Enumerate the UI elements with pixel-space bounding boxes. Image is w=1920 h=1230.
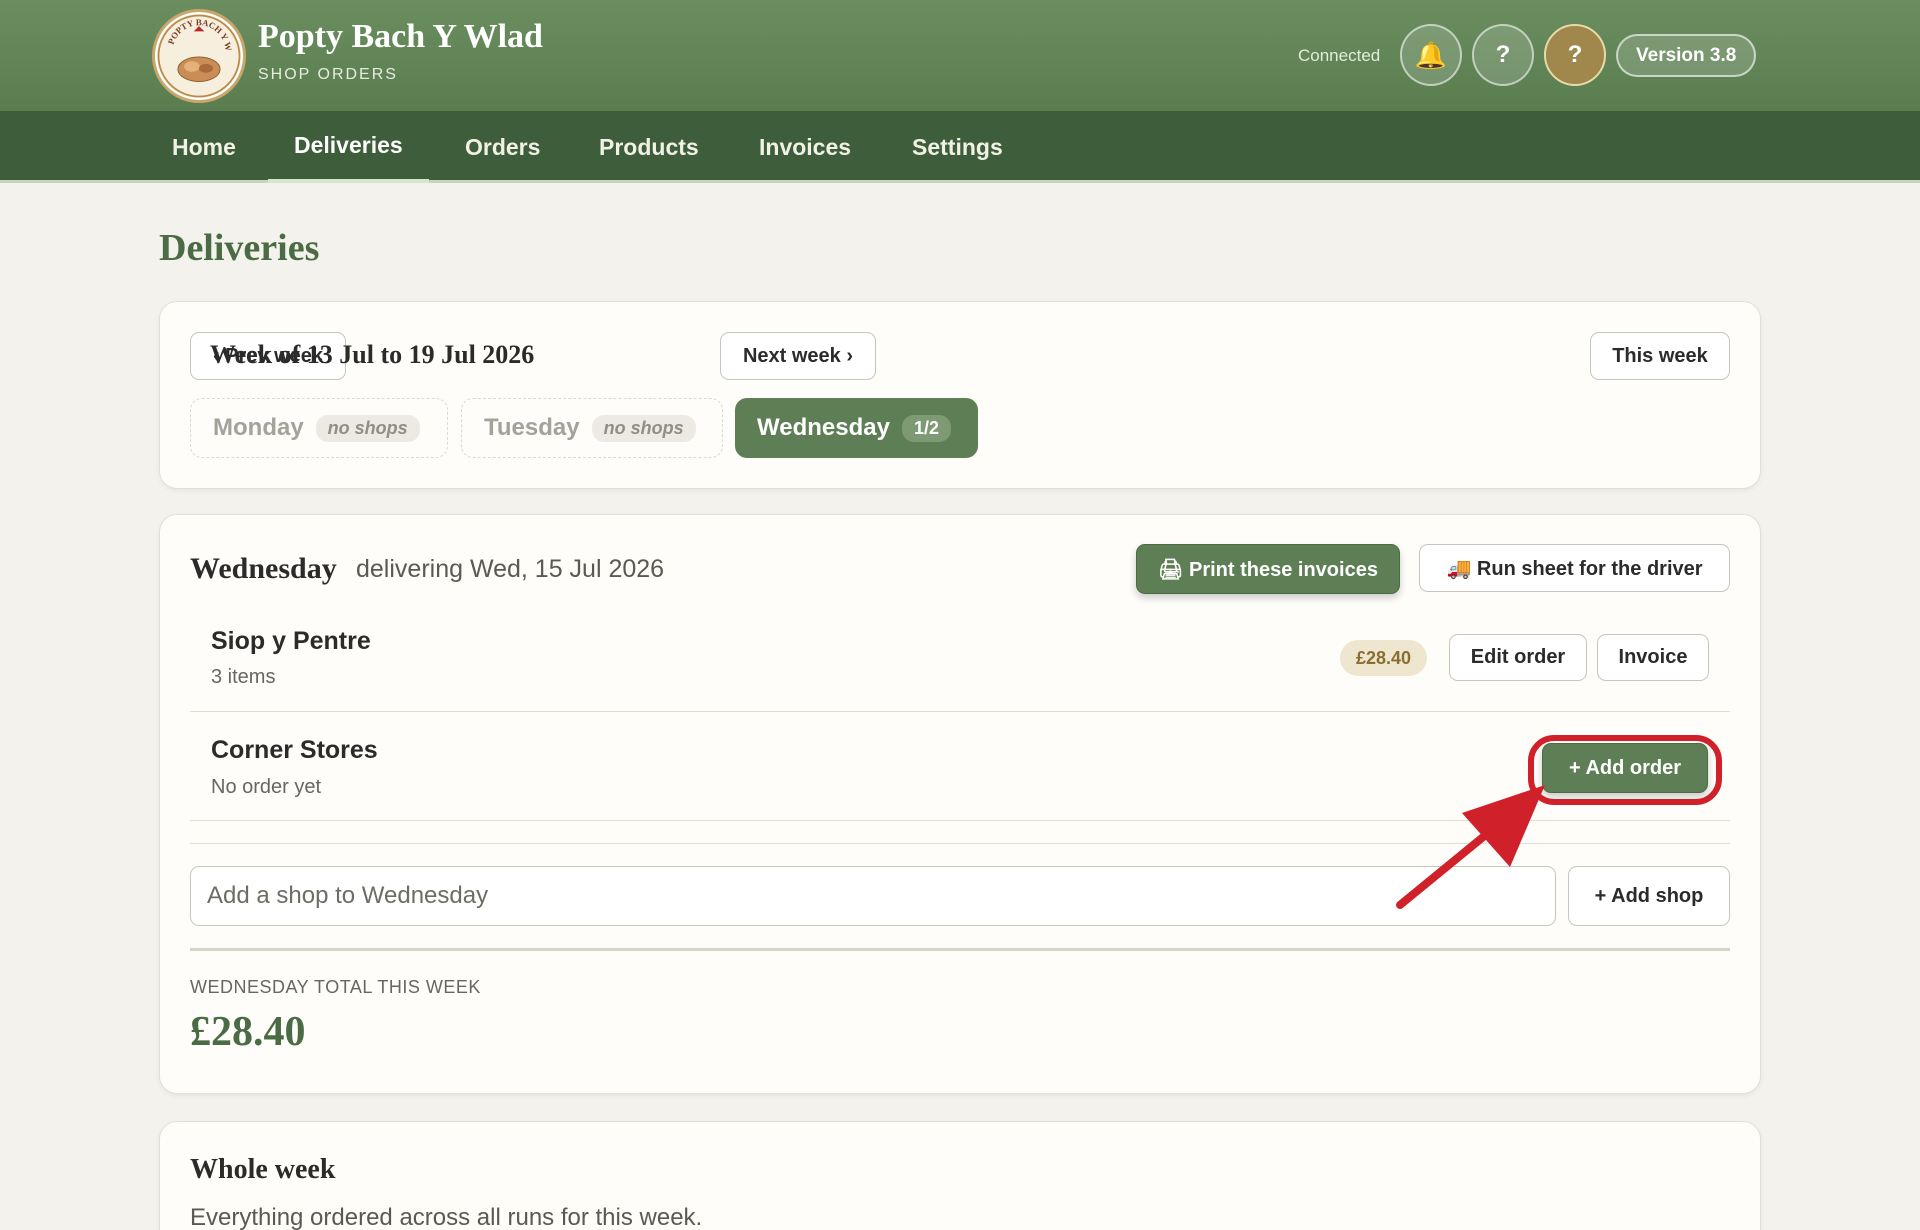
- app-header: POPTY BACH Y WLAD Popty Bach Y Wlad SHOP…: [0, 0, 1920, 111]
- shop-order-status: No order yet: [211, 776, 322, 798]
- day-total-label: WEDNESDAY TOTAL THIS WEEK: [190, 977, 481, 997]
- row-divider: [190, 711, 1730, 712]
- bell-icon: 🔔: [1414, 39, 1448, 70]
- day-tab-badge: no shops: [315, 414, 420, 442]
- edit-order-button[interactable]: Edit order: [1449, 634, 1587, 681]
- day-tab-monday[interactable]: Monday no shops: [190, 398, 448, 458]
- logo-emblem-icon: POPTY BACH Y WLAD: [155, 12, 241, 98]
- notifications-button[interactable]: 🔔: [1400, 24, 1462, 86]
- whole-week-title: Whole week: [190, 1154, 336, 1185]
- help-button[interactable]: ?: [1472, 24, 1534, 86]
- day-tab-label: Monday: [213, 414, 304, 441]
- week-selector-card: [159, 301, 1761, 489]
- whole-week-description: Everything ordered across all runs for t…: [190, 1204, 703, 1230]
- day-tab-label: Wednesday: [757, 414, 890, 441]
- nav-deliveries[interactable]: Deliveries: [268, 111, 429, 183]
- day-tab-wednesday[interactable]: Wednesday 1/2: [735, 398, 978, 458]
- this-week-button[interactable]: This week: [1590, 332, 1730, 380]
- shop-name: Corner Stores: [211, 736, 378, 764]
- question-icon: ?: [1567, 41, 1583, 68]
- print-invoices-button[interactable]: 🖨 Print these invoices: [1136, 544, 1400, 594]
- day-tab-label: Tuesday: [484, 414, 580, 441]
- version-badge[interactable]: Version 3.8: [1616, 34, 1757, 77]
- day-total-value: £28.40: [190, 1009, 306, 1055]
- brand-subtitle: SHOP ORDERS: [258, 66, 398, 83]
- day-tab-badge: no shops: [591, 414, 696, 442]
- run-sheet-button[interactable]: 🚚 Run sheet for the driver: [1419, 544, 1730, 592]
- day-tab-tuesday[interactable]: Tuesday no shops: [461, 398, 723, 458]
- delivery-date: delivering Wed, 15 Jul 2026: [356, 555, 665, 583]
- brand-title: Popty Bach Y Wlad: [258, 18, 543, 55]
- page-title: Deliveries: [159, 227, 320, 269]
- main-nav: Home Deliveries Orders Products Invoices…: [0, 111, 1920, 183]
- nav-settings[interactable]: Settings: [886, 111, 1029, 183]
- invoice-button[interactable]: Invoice: [1597, 634, 1709, 681]
- add-shop-input[interactable]: [190, 866, 1556, 926]
- next-week-button[interactable]: Next week ›: [720, 332, 876, 380]
- shop-item-count: 3 items: [211, 666, 276, 688]
- nav-products[interactable]: Products: [573, 111, 725, 183]
- annotation-arrow-icon: [1396, 785, 1545, 909]
- connection-status: Connected: [1298, 46, 1381, 65]
- shop-name: Siop y Pentre: [211, 627, 371, 655]
- highlight-ring: [1528, 735, 1722, 805]
- add-shop-button[interactable]: + Add shop: [1568, 866, 1730, 926]
- user-help-button[interactable]: ?: [1544, 24, 1606, 86]
- nav-home[interactable]: Home: [146, 111, 262, 183]
- total-divider: [190, 948, 1730, 951]
- question-icon: ?: [1495, 41, 1511, 68]
- brand-logo[interactable]: POPTY BACH Y WLAD: [152, 9, 246, 103]
- day-tab-badge: 1/2: [901, 414, 951, 442]
- nav-invoices[interactable]: Invoices: [733, 111, 877, 183]
- day-heading: Wednesday: [190, 552, 337, 585]
- week-label: Week of 13 Jul to 19 Jul 2026: [210, 340, 535, 369]
- nav-orders[interactable]: Orders: [439, 111, 566, 183]
- order-total-badge: £28.40: [1340, 640, 1428, 676]
